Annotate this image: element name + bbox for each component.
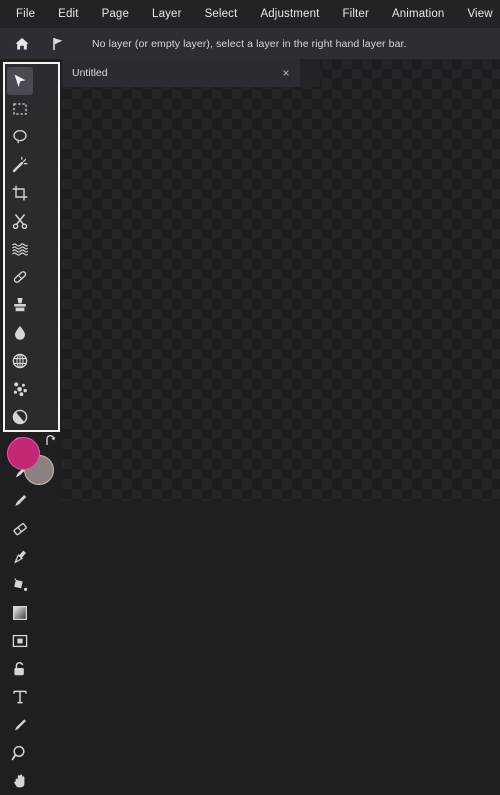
status-message: No layer (or empty layer), select a laye… <box>92 37 407 50</box>
canvas-area[interactable] <box>62 59 500 501</box>
gradient-square-icon <box>11 604 29 622</box>
stamp-icon <box>11 296 29 314</box>
scatter-tool[interactable] <box>7 375 33 403</box>
crop-tool[interactable] <box>7 179 33 207</box>
tab-bar: Untitled × <box>62 59 320 87</box>
padlock-icon <box>11 660 29 678</box>
eraser-icon <box>11 520 29 538</box>
gradient-tool[interactable] <box>7 599 33 627</box>
app-window: File Edit Page Layer Select Adjustment F… <box>0 0 500 788</box>
pan-tool[interactable] <box>7 767 33 795</box>
framed-shape-icon <box>11 632 29 650</box>
menu-page[interactable]: Page <box>102 0 129 28</box>
eyedropper-icon <box>11 716 29 734</box>
marquee-icon <box>11 100 29 118</box>
menu-adjustment[interactable]: Adjustment <box>260 0 319 28</box>
droplet-icon <box>11 324 29 342</box>
eraser-tool[interactable] <box>7 515 33 543</box>
sphere-map-tool[interactable] <box>7 347 33 375</box>
menu-animation[interactable]: Animation <box>392 0 445 28</box>
color-swatches <box>4 434 60 489</box>
swap-arrow-icon[interactable] <box>43 434 59 450</box>
menu-edit[interactable]: Edit <box>58 0 78 28</box>
dodge-burn-tool[interactable] <box>7 403 33 431</box>
magnifier-icon <box>11 744 29 762</box>
waves-icon <box>11 240 29 258</box>
scissors-icon <box>11 212 29 230</box>
scissors-tool[interactable] <box>7 207 33 235</box>
move-select-tool[interactable] <box>7 67 33 95</box>
arrow-cursor-icon <box>11 72 29 90</box>
crop-icon <box>11 184 29 202</box>
blur-tool[interactable] <box>7 319 33 347</box>
brush-tool[interactable] <box>7 487 33 515</box>
close-icon[interactable]: × <box>280 67 292 79</box>
foreground-color-swatch[interactable] <box>7 437 40 470</box>
text-t-icon <box>11 688 29 706</box>
menu-file[interactable]: File <box>16 0 35 28</box>
globe-icon <box>11 352 29 370</box>
tool-palette <box>3 62 60 788</box>
clone-stamp-tool[interactable] <box>7 291 33 319</box>
zoom-tool[interactable] <box>7 739 33 767</box>
shape-frame-tool[interactable] <box>7 627 33 655</box>
tab-label: Untitled <box>72 67 108 79</box>
eyedropper-tool[interactable] <box>7 711 33 739</box>
menu-bar: File Edit Page Layer Select Adjustment F… <box>0 0 500 28</box>
status-bar: No layer (or empty layer), select a laye… <box>0 28 500 59</box>
lasso-select-tool[interactable] <box>7 123 33 151</box>
menu-select[interactable]: Select <box>205 0 238 28</box>
magic-wand-icon <box>11 156 29 174</box>
paintbrush-tool[interactable] <box>7 543 33 571</box>
rectangle-select-tool[interactable] <box>7 95 33 123</box>
text-tool[interactable] <box>7 683 33 711</box>
magic-wand-tool[interactable] <box>7 151 33 179</box>
home-icon[interactable] <box>9 31 35 57</box>
paint-bucket-icon <box>11 576 29 594</box>
lasso-icon <box>11 128 29 146</box>
flag-icon[interactable] <box>45 31 71 57</box>
menu-view[interactable]: View <box>467 0 492 28</box>
paint-bucket-tool[interactable] <box>7 571 33 599</box>
contrast-circle-icon <box>11 408 29 426</box>
smudge-tool[interactable] <box>7 235 33 263</box>
menu-layer[interactable]: Layer <box>152 0 182 28</box>
lock-tool[interactable] <box>7 655 33 683</box>
paintbrush-icon <box>11 548 29 566</box>
tab-untitled[interactable]: Untitled × <box>62 59 300 87</box>
brush-icon <box>11 492 29 510</box>
particles-icon <box>11 380 29 398</box>
hand-icon <box>11 772 29 790</box>
heal-tool[interactable] <box>7 263 33 291</box>
menu-filter[interactable]: Filter <box>342 0 368 28</box>
bandage-icon <box>11 268 29 286</box>
